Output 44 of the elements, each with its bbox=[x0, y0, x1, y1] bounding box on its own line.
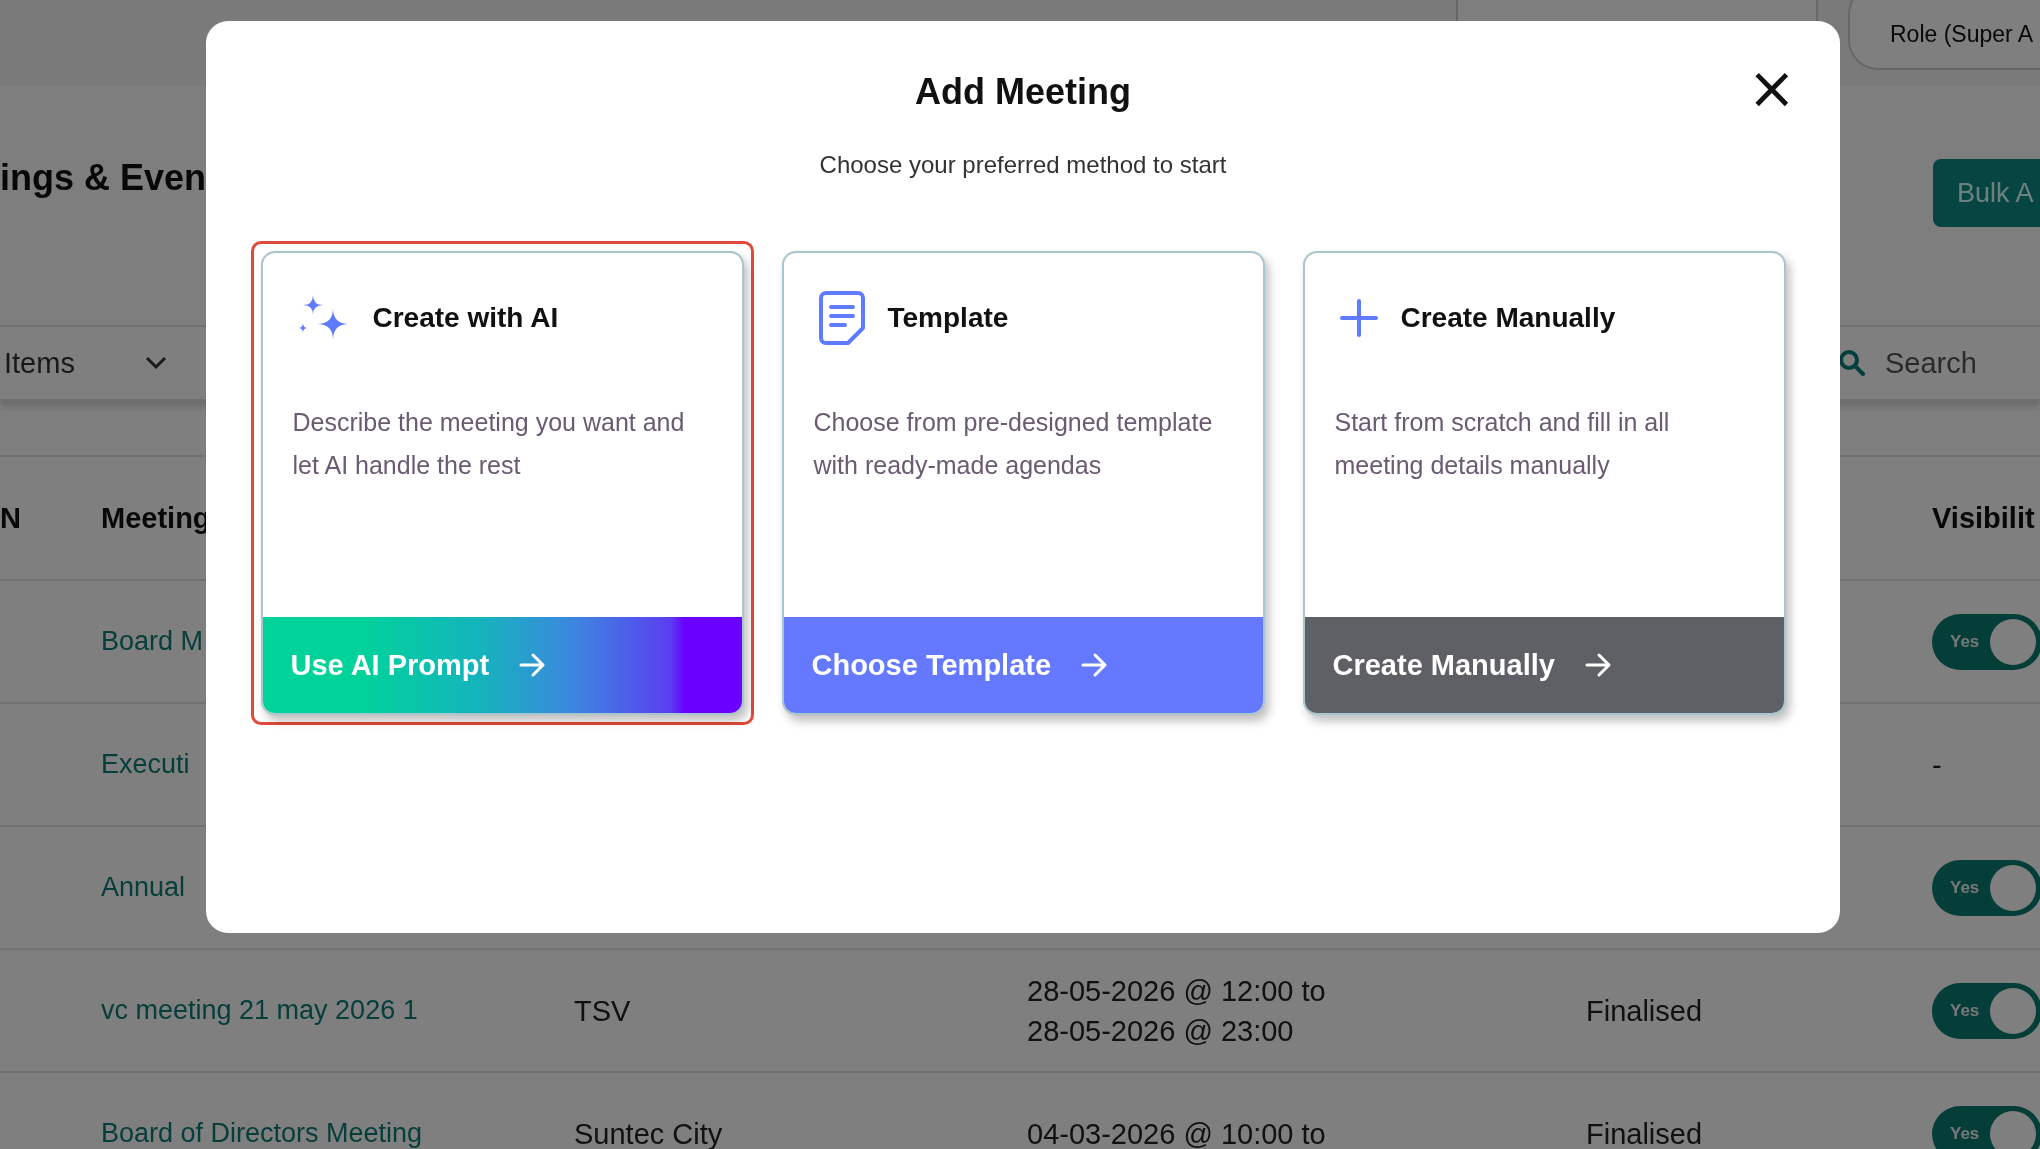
action-button[interactable]: Create Manually bbox=[1304, 617, 1784, 713]
meeting-link[interactable]: vc meeting 21 may 2026 1 bbox=[101, 995, 418, 1025]
document-icon bbox=[817, 290, 866, 346]
location-cell-text: Suntec City bbox=[574, 1116, 724, 1149]
bulk-button[interactable]: Bulk A bbox=[1933, 159, 2040, 227]
date-cell-text: 04-03-2026 @ 10:00 to bbox=[1027, 1116, 1327, 1149]
search-icon bbox=[1839, 350, 1865, 376]
meeting-link[interactable]: Executi bbox=[101, 749, 190, 779]
visibility-toggle[interactable]: Yes bbox=[1932, 1105, 2040, 1149]
visibility-toggle[interactable]: Yes bbox=[1932, 859, 2040, 916]
status-cell-text: Finalised bbox=[1586, 993, 1704, 1029]
status-cell-text: Finalised bbox=[1586, 1116, 1704, 1149]
arrow-right-icon bbox=[1584, 652, 1613, 678]
close-button[interactable]: × bbox=[1743, 59, 1800, 117]
column-header: Visibilit bbox=[1932, 501, 2036, 535]
plus-icon bbox=[1338, 298, 1379, 338]
page-heading: ings & Even bbox=[0, 157, 207, 199]
meeting-link[interactable]: Board M bbox=[101, 626, 204, 656]
visibility-toggle[interactable]: Yes bbox=[1932, 982, 2040, 1039]
action-button[interactable]: Use AI Prompt bbox=[262, 617, 742, 713]
card-description: Choose from pre-designed template with ready-made agendas bbox=[812, 407, 1214, 481]
items-dropdown[interactable]: Items bbox=[0, 328, 167, 398]
dialog-subtitle: Choose your preferred method to start bbox=[819, 151, 1227, 179]
option-card[interactable]: Create with AI Describe the meeting you want and let AI handle the rest Use AI Prompt bbox=[260, 251, 744, 715]
column-header: Meeting bbox=[101, 501, 212, 535]
card-title: Create with AI bbox=[372, 302, 559, 334]
location-cell-text: TSV bbox=[574, 993, 632, 1029]
card-title: Template bbox=[887, 302, 1009, 334]
visibility-toggle[interactable]: Yes bbox=[1932, 613, 2040, 670]
column-header: N bbox=[0, 501, 22, 535]
meeting-link[interactable]: Board of Directors Meeting bbox=[101, 1118, 423, 1148]
option-card[interactable]: Template Choose from pre-designed template with ready-made agendas Choose Template bbox=[781, 251, 1265, 715]
date-cell-text: 28-05-2026 @ 12:00 to 28-05-2026 @ 23:00 bbox=[1027, 973, 1327, 1049]
option-card[interactable]: Create Manually Start from scratch and fill in all meeting details manually Create Manually bbox=[1302, 251, 1786, 715]
visibility-cell-text: - bbox=[1932, 747, 1943, 783]
card-title: Create Manually bbox=[1400, 302, 1616, 334]
search-field[interactable]: Search bbox=[1883, 345, 2033, 381]
chevron-down-icon bbox=[144, 356, 167, 370]
card-description: Start from scratch and fill in all meeting details manually bbox=[1333, 407, 1671, 481]
meeting-link[interactable]: Annual bbox=[101, 872, 186, 902]
card-description: Describe the meeting you want and let AI handle the rest bbox=[291, 407, 686, 481]
dialog-title: Add Meeting bbox=[915, 71, 1131, 113]
action-button[interactable]: Choose Template bbox=[783, 617, 1263, 713]
role-button[interactable]: Role (Super A bbox=[1848, 0, 2040, 70]
